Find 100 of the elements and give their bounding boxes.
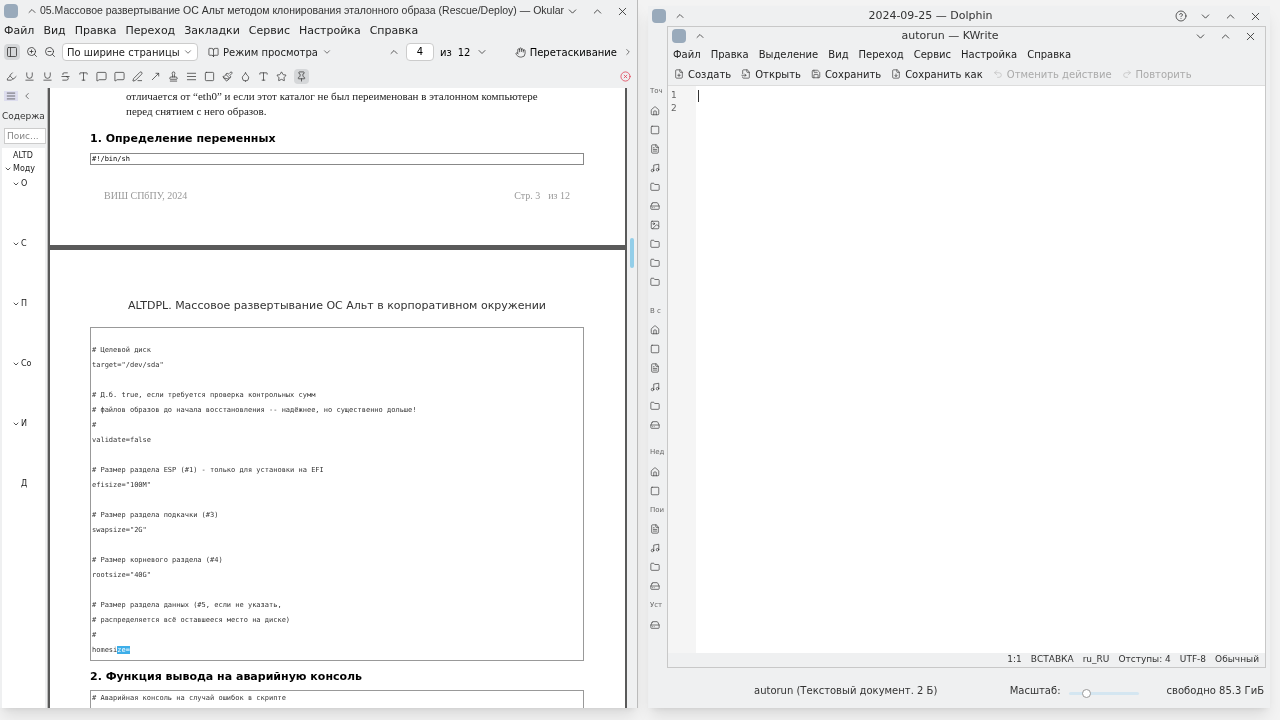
document-icon[interactable] [650,524,660,534]
square-icon[interactable] [650,124,660,135]
zoom-in-button[interactable] [26,46,38,58]
expand-icon[interactable] [12,180,20,188]
toc-item[interactable]: ALTD [13,150,33,162]
menu-item[interactable]: Вид [828,46,849,62]
star-tool[interactable] [276,70,287,82]
menu-item[interactable]: Вид [43,22,66,40]
app-icon [4,4,18,18]
font-tool[interactable] [258,70,269,82]
status-item[interactable]: ВСТАВКА [1030,653,1074,667]
expand-icon[interactable] [4,165,12,173]
folder-icon[interactable] [650,238,660,249]
image-icon[interactable] [650,219,660,230]
document-icon[interactable] [650,363,660,373]
toc-item[interactable]: Д [21,478,28,490]
brush-tool[interactable] [222,70,233,82]
typewriter-tool[interactable] [78,70,89,82]
lines-tool[interactable] [186,70,197,82]
underline-tool[interactable] [24,70,35,82]
status-item[interactable]: Отступы: 4 [1118,653,1171,667]
zoom-slider[interactable] [1068,688,1139,698]
strikethrough-tool[interactable] [60,70,71,82]
note-tool[interactable] [96,70,107,82]
menu-item[interactable]: Настройка [961,46,1018,62]
music-icon[interactable] [650,543,660,553]
menu-item[interactable]: Настройка [298,22,361,40]
search-field[interactable]: Поис... [4,127,46,144]
menu-item[interactable]: Правка [74,22,117,40]
folder-icon[interactable] [650,181,660,192]
menu-item[interactable]: Файл [673,46,701,62]
highlighter-tool[interactable] [6,70,17,82]
folder-icon[interactable] [650,401,660,411]
drive-icon[interactable] [650,581,660,591]
square-icon[interactable] [650,485,660,496]
toc-item[interactable]: И [21,418,27,430]
home-icon[interactable] [650,466,660,477]
status-item[interactable]: ru_RU [1082,653,1110,667]
menu-item[interactable]: Справка [369,22,419,40]
pin-icon [296,70,307,82]
droplet-tool[interactable] [240,70,251,82]
menu-item[interactable]: Переход [858,46,904,62]
menu-item[interactable]: Закладки [184,22,240,40]
close-toolbar-button[interactable] [620,70,631,82]
home-icon[interactable] [650,325,660,335]
redo-icon [1121,69,1132,79]
expand-icon[interactable] [12,300,20,308]
expand-icon[interactable] [12,360,20,368]
toc-item[interactable]: Со [21,358,32,370]
pin-tool[interactable] [294,68,309,84]
stamp-tool[interactable] [168,70,179,82]
drive-icon[interactable] [650,619,660,630]
toolbar-button[interactable]: Создать [674,66,732,82]
zoom-out-button[interactable] [44,46,56,58]
overflow-button[interactable] [623,47,633,57]
toolbar-button[interactable]: Открыть [741,66,801,82]
rectangle-tool[interactable] [204,70,215,82]
sidebar-toggle-button[interactable] [4,44,20,60]
menu-item[interactable]: Выделение [758,46,819,62]
menu-item[interactable]: Сервис [248,22,290,40]
toc-item[interactable]: Моду [13,163,36,175]
music-icon[interactable] [650,162,660,173]
contents-tab[interactable] [4,91,18,101]
back-tab[interactable] [22,91,32,101]
toc-item[interactable]: С [21,238,27,250]
folder-icon[interactable] [650,562,660,572]
menu-item[interactable]: Сервис [913,46,952,62]
zoom-in-icon [26,46,38,58]
scrollbar-thumb[interactable] [630,238,634,268]
zoom-combo[interactable]: По ширине страницы [62,43,198,61]
page-header: ALTDPL. Массовое развертывание ОС Альт в корпоративном окружении [127,298,547,314]
status-item[interactable]: Обычный [1215,653,1259,667]
pen-tool[interactable] [132,70,143,82]
underline-tool[interactable] [42,70,53,82]
view-mode-button[interactable]: Режим просмотра [208,44,332,60]
toolbar-button[interactable]: Сохранить как [891,66,983,82]
menu-item[interactable]: Переход [125,22,176,40]
expand-icon[interactable] [12,240,20,248]
toolbar-button[interactable]: Сохранить [810,66,882,82]
paragraph-line: отличается от “eth0” и если этот каталог не был переименован в эталонном компьютере [125,89,539,104]
music-icon[interactable] [650,382,660,392]
home-icon[interactable] [650,105,660,116]
folder-icon[interactable] [650,276,660,287]
status-item[interactable]: UTF-8 [1179,653,1207,667]
comment-tool[interactable] [114,70,125,82]
drive-icon[interactable] [650,200,660,211]
toc-item[interactable]: П [21,298,27,310]
expand-icon[interactable] [12,420,20,428]
menu-item[interactable]: Правка [710,46,749,62]
drive-icon[interactable] [650,420,660,430]
toc-item[interactable]: О [21,178,28,190]
menu-item[interactable]: Файл [4,22,35,40]
menu-item[interactable]: Справка [1027,46,1072,62]
page-field[interactable]: 4 [405,43,434,61]
square-icon[interactable] [650,344,660,354]
folder-icon[interactable] [650,257,660,268]
drag-mode-button[interactable]: Перетаскивание [514,44,617,60]
arrow-tool[interactable] [150,70,161,82]
document-icon[interactable] [650,143,660,154]
slider-handle[interactable] [1082,688,1092,698]
